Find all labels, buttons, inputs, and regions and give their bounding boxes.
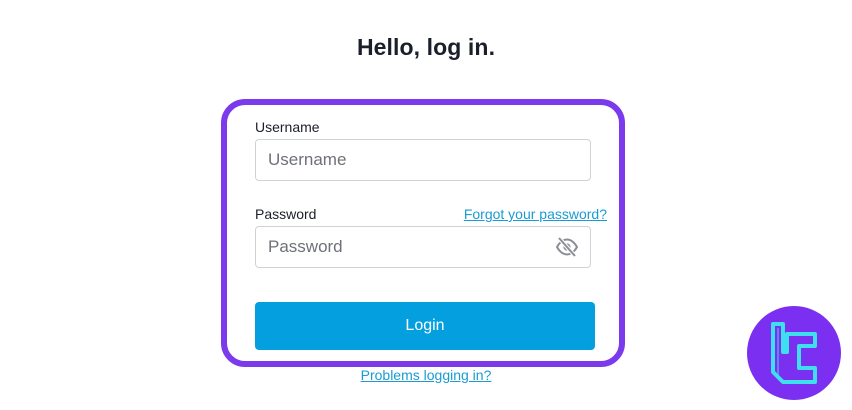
login-button[interactable]: Login <box>255 302 595 350</box>
forgot-password-link[interactable]: Forgot your password? <box>464 206 607 222</box>
tc-logo-icon <box>771 322 817 384</box>
username-input[interactable] <box>255 139 591 181</box>
brand-logo <box>747 306 841 400</box>
page-title: Hello, log in. <box>356 34 496 60</box>
password-input[interactable] <box>255 226 591 268</box>
login-form-card: Username Password Forgot your password? … <box>221 99 625 367</box>
problems-logging-in-link[interactable]: Problems logging in? <box>361 367 492 383</box>
login-page: Hello, log in. Username Password Forgot … <box>0 0 852 410</box>
username-label: Username <box>255 119 320 135</box>
eye-slash-icon[interactable] <box>555 236 579 258</box>
password-label: Password <box>255 206 317 222</box>
problems-link-container: Problems logging in? <box>0 367 852 383</box>
